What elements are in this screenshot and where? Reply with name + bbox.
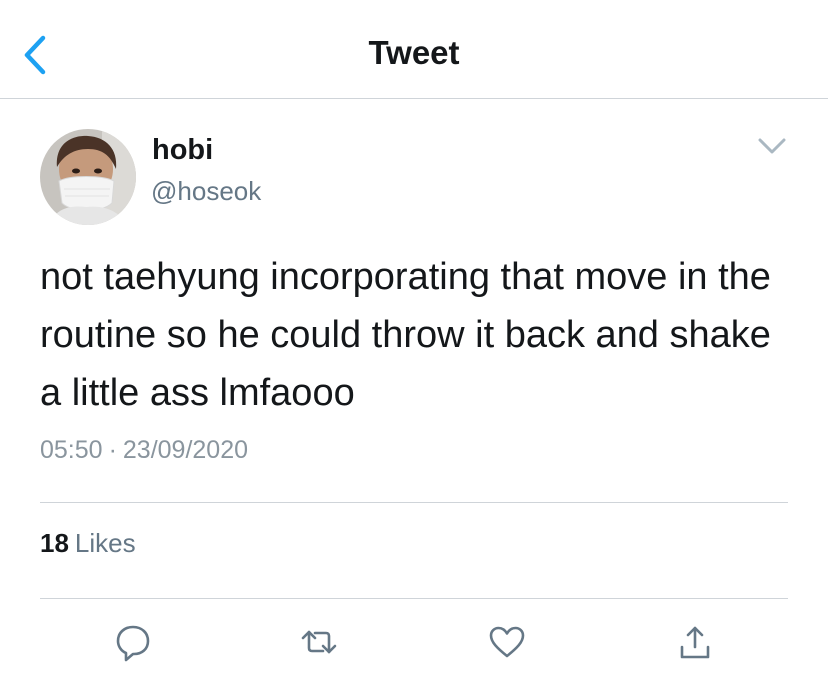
share-button[interactable] <box>673 620 717 664</box>
heart-icon <box>489 626 525 658</box>
profile-photo-icon <box>40 129 136 225</box>
retweet-icon <box>301 630 337 654</box>
avatar[interactable] <box>40 129 136 225</box>
timestamp-separator: · <box>108 436 117 464</box>
tweet-time: 05:50 <box>40 436 103 464</box>
chevron-down-icon <box>758 138 786 154</box>
reply-icon <box>116 625 150 662</box>
likes-label: Likes <box>74 528 136 558</box>
share-icon <box>680 626 710 659</box>
retweet-button[interactable] <box>297 620 341 664</box>
like-button[interactable] <box>485 620 529 664</box>
author-handle[interactable]: @hoseok <box>151 176 261 207</box>
reply-button[interactable] <box>111 620 155 664</box>
page-title: Tweet <box>368 34 460 71</box>
divider <box>40 502 788 503</box>
likes-stat[interactable]: 18 Likes <box>40 528 136 559</box>
more-options-button[interactable] <box>752 126 792 166</box>
tweet-timestamp: 05:50 · 23/09/2020 <box>40 436 248 465</box>
divider <box>40 598 788 599</box>
tweet-text: not taehyung incorporating that move in … <box>40 256 771 414</box>
tweet-date: 23/09/2020 <box>122 436 249 464</box>
likes-count: 18 <box>40 528 69 558</box>
author-name[interactable]: hobi <box>152 134 213 167</box>
top-bar: Tweet <box>0 0 828 99</box>
